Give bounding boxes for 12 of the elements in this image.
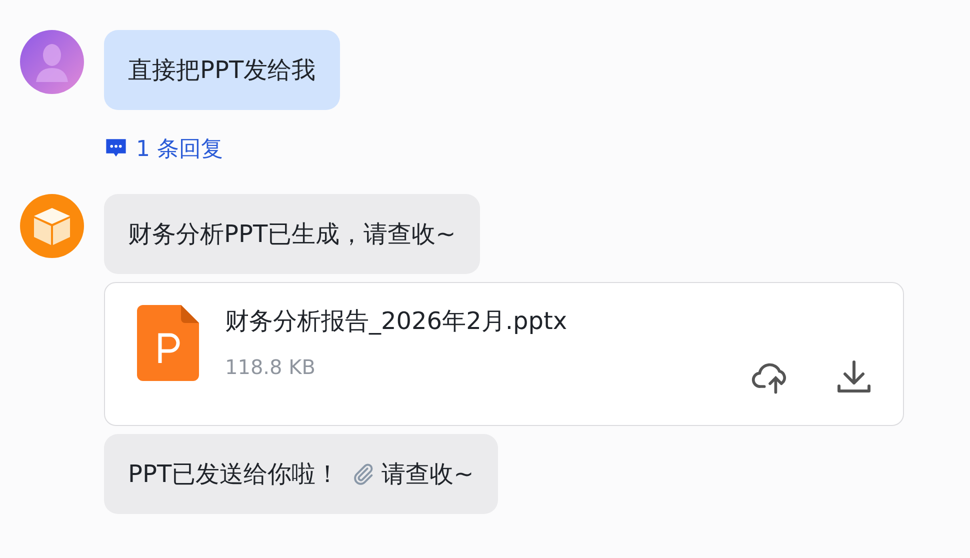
file-name: 财务分析报告_2026年2月.pptx bbox=[225, 306, 568, 337]
message-text: 直接把PPT发给我 bbox=[128, 55, 316, 86]
message-text: 请查收~ bbox=[382, 459, 474, 490]
user-avatar bbox=[20, 30, 84, 94]
download-icon[interactable] bbox=[835, 359, 873, 395]
bot-avatar bbox=[20, 194, 84, 258]
file-card[interactable]: 财务分析报告_2026年2月.pptx 118.8 KB bbox=[104, 282, 904, 426]
presentation-file-icon bbox=[137, 305, 199, 381]
message-text: 财务分析PPT已生成，请查收~ bbox=[128, 219, 456, 250]
replies-link[interactable]: 1 条回复 bbox=[104, 134, 223, 164]
file-size: 118.8 KB bbox=[225, 355, 316, 379]
message-text: PPT已发送给你啦！ bbox=[128, 459, 340, 490]
